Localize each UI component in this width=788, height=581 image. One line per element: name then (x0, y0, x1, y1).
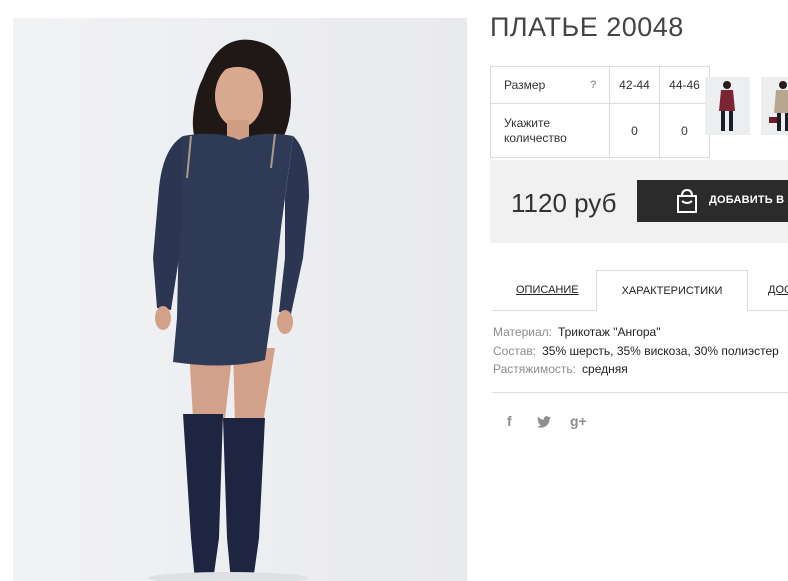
size-column-44-46: 44-46 (659, 66, 710, 104)
add-to-cart-label: ДОБАВИТЬ В З (709, 194, 788, 206)
characteristic-value: 35% шерсть, 35% вискоза, 30% полиэстер (542, 343, 779, 358)
twitter-icon[interactable] (537, 415, 551, 431)
tab-characteristics[interactable]: ХАРАКТЕРИСТИКИ (596, 270, 748, 312)
characteristic-key: Растяжимость: (493, 362, 577, 376)
thumbnail-burgundy-image (705, 77, 750, 135)
quantity-input-44-46[interactable]: 0 (659, 103, 710, 158)
size-help-icon[interactable]: ? (590, 66, 610, 104)
googleplus-icon[interactable]: g+ (570, 413, 587, 429)
product-tabs: ОПИСАНИЕ ХАРАКТЕРИСТИКИ ДОС (492, 270, 788, 312)
price-text: 1120 руб (511, 188, 617, 218)
product-title: ПЛАТЬЕ 20048 (490, 12, 684, 42)
price-box: 1120 руб ДОБАВИТЬ В З (490, 160, 788, 243)
characteristic-row-composition: Состав: 35% шерсть, 35% вискоза, 30% поли… (493, 344, 779, 363)
quantity-row: Укажите количество 0 0 (490, 103, 710, 158)
size-quantity-table: Размер ? 42-44 44-46 Укажите количество … (490, 66, 710, 158)
tab-description[interactable]: ОПИСАНИЕ (516, 270, 579, 309)
characteristic-value: средняя (582, 362, 628, 376)
characteristic-value: Трикотаж "Ангора" (557, 325, 661, 339)
thumbnail-beige-dress[interactable] (761, 77, 788, 135)
quantity-label-line1: Укажите (504, 115, 551, 130)
characteristic-row-stretch: Растяжимость: средняя (493, 362, 779, 381)
thumbnail-burgundy-dress[interactable] (705, 77, 750, 135)
shopping-bag-icon (674, 188, 700, 217)
thumbnail-beige-image (761, 77, 788, 135)
characteristics-list: Материал: Трикотаж "Ангора" Состав: 35% ше… (493, 325, 779, 381)
model-illustration (13, 18, 467, 581)
size-header-row: Размер ? 42-44 44-46 (490, 66, 710, 104)
characteristic-key: Материал: (493, 325, 552, 339)
size-column-42-44: 42-44 (609, 66, 660, 104)
quantity-label: Укажите количество (490, 103, 610, 158)
characteristic-key: Состав: (493, 343, 537, 358)
size-label: Размер (490, 66, 590, 104)
quantity-label-line2: количество (504, 130, 567, 145)
add-to-cart-button[interactable]: ДОБАВИТЬ В З (637, 180, 788, 222)
facebook-icon[interactable]: f (507, 413, 512, 429)
divider (492, 392, 788, 393)
characteristic-row-material: Материал: Трикотаж "Ангора" (493, 325, 779, 344)
product-photo[interactable] (13, 18, 467, 581)
tab-delivery[interactable]: ДОС (768, 270, 788, 309)
quantity-input-42-44[interactable]: 0 (609, 103, 660, 158)
